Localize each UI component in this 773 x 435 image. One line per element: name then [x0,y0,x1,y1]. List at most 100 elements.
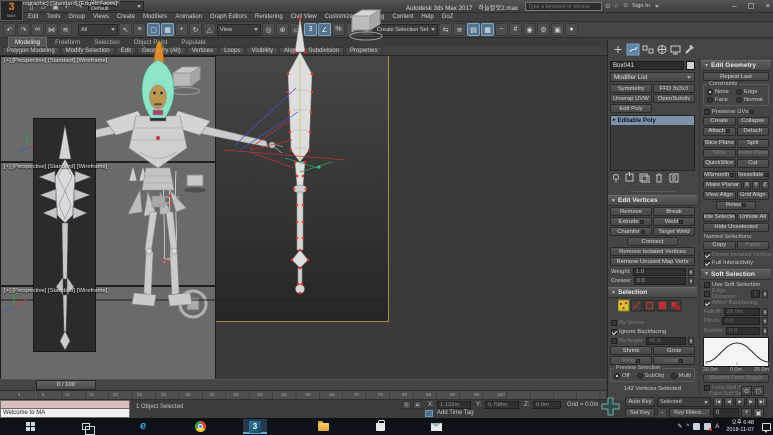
selection-lock-icon[interactable]: 🔒︎ [413,401,422,409]
listener-row[interactable]: Welcome to MA [0,409,130,418]
settings-box-icon[interactable] [742,203,746,207]
ime-indicator[interactable]: A [715,424,719,430]
remove-button[interactable]: Remove [610,207,652,216]
z-coord-field[interactable]: 0.0m [533,401,561,409]
mirror-icon[interactable]: ⇆ [439,23,452,36]
slice-button[interactable]: Slice [703,149,736,158]
object-color-swatch[interactable] [686,61,695,70]
maximize-button[interactable]: ▢ [748,1,755,10]
delete-isolated-vertices-checkbox[interactable] [704,252,710,258]
render-production-icon[interactable]: ● [565,23,578,36]
modifier-stack[interactable]: ▸ Editable Poly [610,115,695,171]
edge-distance-field[interactable]: 1 [751,290,760,298]
add-time-tag[interactable]: Add Time Tag [437,410,474,416]
schematic-view-icon[interactable]: # [509,23,522,36]
spinner-icon[interactable] [688,268,694,276]
subobject-icons[interactable] [618,299,682,312]
key-filters-button[interactable]: Key Filters... [669,408,711,418]
target-weld-button[interactable]: Target Weld [653,227,695,236]
minimize-button[interactable]: – [732,1,736,10]
by-angle-checkbox[interactable] [611,338,617,344]
modifier-button[interactable]: Unwrap UVW [610,94,652,103]
modifier-button[interactable]: Edit Poly [610,104,652,113]
cut-button[interactable]: Cut [737,159,770,168]
copy-button[interactable]: Copy [703,241,736,250]
collapse-button[interactable]: Collapse [737,117,770,126]
full-interactivity-checkbox[interactable] [704,260,710,266]
store-taskbar-button[interactable] [368,419,392,434]
constraint-edge-radio[interactable]: Edge [736,89,765,95]
chamfer-button[interactable]: Chamfer [610,227,652,236]
app-button[interactable]: 3 MAX [0,0,23,21]
constraint-face-radio[interactable]: Face [707,97,736,103]
settings-box-icon[interactable] [726,129,730,133]
tessellate-button[interactable]: Tessellate [737,171,770,180]
use-soft-selection-checkbox[interactable] [704,282,710,288]
status-panel-cross-icon[interactable] [600,397,622,417]
spinner-icon[interactable] [762,308,768,316]
zoom-extents-icon[interactable]: ◻ [753,386,764,396]
split-button[interactable]: Split [737,139,770,148]
rollout-edit-vertices[interactable]: ▼Edit Vertices [608,195,697,206]
pan-icon[interactable]: + [741,408,752,418]
view-align-button[interactable]: View Align [703,191,736,200]
constraint-normal-radio[interactable]: Normal [736,97,765,103]
hide-unselected-button[interactable]: Hide Unselected [703,223,769,232]
goto-start-button[interactable]: |◀ [713,397,723,407]
constraint-none-radio[interactable]: None [707,89,736,95]
preview-off-radio[interactable]: Off [614,373,630,379]
remove-isolated-vertices-button[interactable]: Remove Isolated Vertices [610,247,695,256]
rollout-edit-geometry[interactable]: ▼Edit Geometry [701,60,771,71]
current-frame-field[interactable]: 0 [713,408,739,418]
spinner-icon[interactable] [636,359,640,363]
mail-taskbar-button[interactable] [424,419,448,434]
time-slider-handle[interactable]: 0 / 100 [36,380,96,390]
chrome-taskbar-button[interactable] [188,419,212,434]
material-editor-icon[interactable]: ◉ [523,23,536,36]
curve-editor-icon[interactable]: ~ [495,23,508,36]
pinch-field[interactable]: 0.0 [722,317,760,325]
modifier-button[interactable]: Symmetry [610,84,652,93]
affect-backfacing-checkbox[interactable] [704,300,710,306]
mace-preview-panel[interactable] [33,118,96,352]
weld-button[interactable]: Weld [653,217,695,226]
shrink-button[interactable]: Shrink [610,346,652,355]
time-tag-icon[interactable] [425,410,433,417]
falloff-field[interactable]: 20.0m [724,308,760,316]
x-coord-field[interactable]: 1.132m [437,401,471,409]
make-planar-button[interactable]: Make Planar [703,181,742,190]
maxscript-mini-listener[interactable]: Welcome to MA [0,400,130,418]
relax-button[interactable]: Relax [716,201,756,210]
search-input[interactable] [525,2,602,11]
expand-icon[interactable]: ▸ [613,116,616,125]
sign-in-button[interactable]: Sign In [632,3,650,9]
spinner-icon[interactable] [762,327,768,335]
task-view-button[interactable] [74,419,98,434]
msmooth-button[interactable]: MSmooth [703,171,736,180]
modifier-list-dropdown[interactable]: Modifier List [610,72,695,82]
layer-manager-icon[interactable]: ▤ [467,23,480,36]
reset-plane-button[interactable]: Reset Plane [737,149,770,158]
unhide-all-button[interactable]: Unhide All [737,213,770,222]
modifier-button[interactable]: FFD 3x3x3 [653,84,695,93]
spinner-icon[interactable] [688,277,694,285]
set-key-button[interactable]: Set Key [625,408,655,418]
user-icon[interactable]: ☺ [622,2,629,10]
maximize-viewport-icon[interactable]: ▣ [753,408,764,418]
break-button[interactable]: Break [653,207,695,216]
create-button[interactable]: Create [703,117,736,126]
crease-field[interactable]: 0.0 [634,277,686,285]
remove-unused-map-verts-button[interactable]: Remove Unused Map Verts [610,257,695,266]
explorer-taskbar-button[interactable] [311,419,335,434]
slice-plane-button[interactable]: Slice Plane [703,139,736,148]
rollout-selection[interactable]: ▼Selection [608,287,697,298]
quickslice-button[interactable]: QuickSlice [703,159,736,168]
edge-taskbar-button[interactable]: e [131,419,155,434]
stack-item-editable-poly[interactable]: ▸ Editable Poly [611,116,694,125]
tray-expand-icon[interactable]: ^ [686,424,689,430]
command-panel-tabs[interactable] [612,43,696,56]
chevron-down-icon[interactable] [655,5,659,8]
edge-distance-checkbox[interactable] [704,291,710,297]
max-taskbar-button[interactable]: 3 [243,419,267,434]
key-mode-dropdown[interactable]: Selected [657,397,711,407]
